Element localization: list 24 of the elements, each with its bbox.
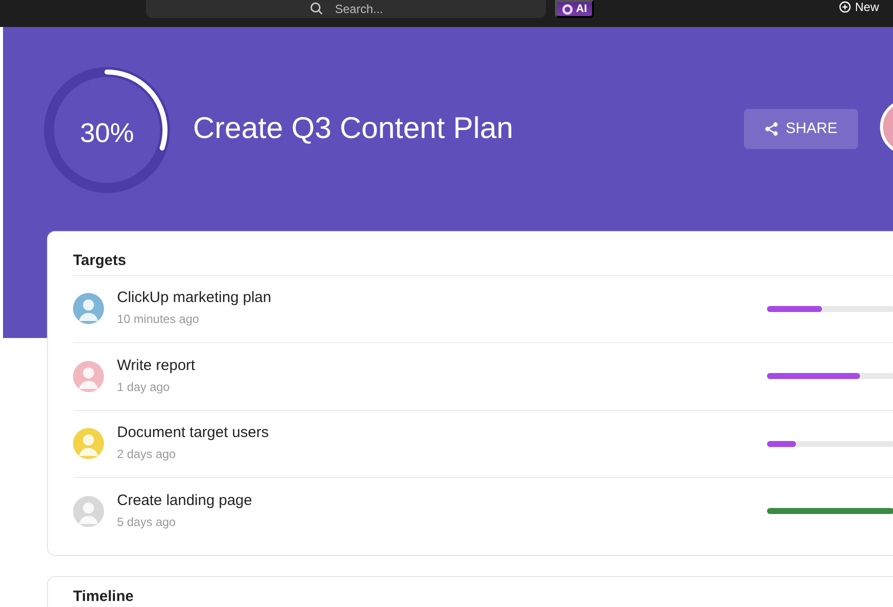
target-name[interactable]: Write report bbox=[117, 356, 196, 375]
avatar-icon bbox=[73, 360, 104, 392]
new-button[interactable]: New bbox=[838, 0, 879, 14]
avatar-icon bbox=[73, 428, 104, 460]
card-title: Targets bbox=[73, 251, 128, 271]
search-icon bbox=[310, 2, 323, 15]
target-time: 10 minutes ago bbox=[117, 311, 200, 328]
page-title: Create Q3 Content Plan bbox=[193, 111, 514, 147]
plus-circle-icon bbox=[838, 1, 851, 13]
target-name[interactable]: Document target users bbox=[117, 424, 269, 442]
target-time: 2 days ago bbox=[117, 446, 177, 464]
target-name[interactable]: Create landing page bbox=[117, 492, 252, 510]
target-time: 5 days ago bbox=[117, 514, 177, 531]
ai-button[interactable]: AI bbox=[555, 0, 594, 18]
progress-percent: 30% bbox=[78, 117, 136, 150]
share-button[interactable]: SHARE bbox=[744, 109, 858, 149]
target-time: 1 day ago bbox=[117, 378, 171, 396]
card-title: Timeline bbox=[73, 587, 135, 607]
avatar-icon bbox=[73, 496, 104, 527]
avatar-icon bbox=[73, 293, 104, 324]
search-field[interactable]: Search... bbox=[146, 0, 546, 18]
ring-icon bbox=[562, 4, 573, 14]
share-icon bbox=[764, 122, 778, 136]
target-name[interactable]: ClickUp marketing plan bbox=[117, 289, 272, 308]
